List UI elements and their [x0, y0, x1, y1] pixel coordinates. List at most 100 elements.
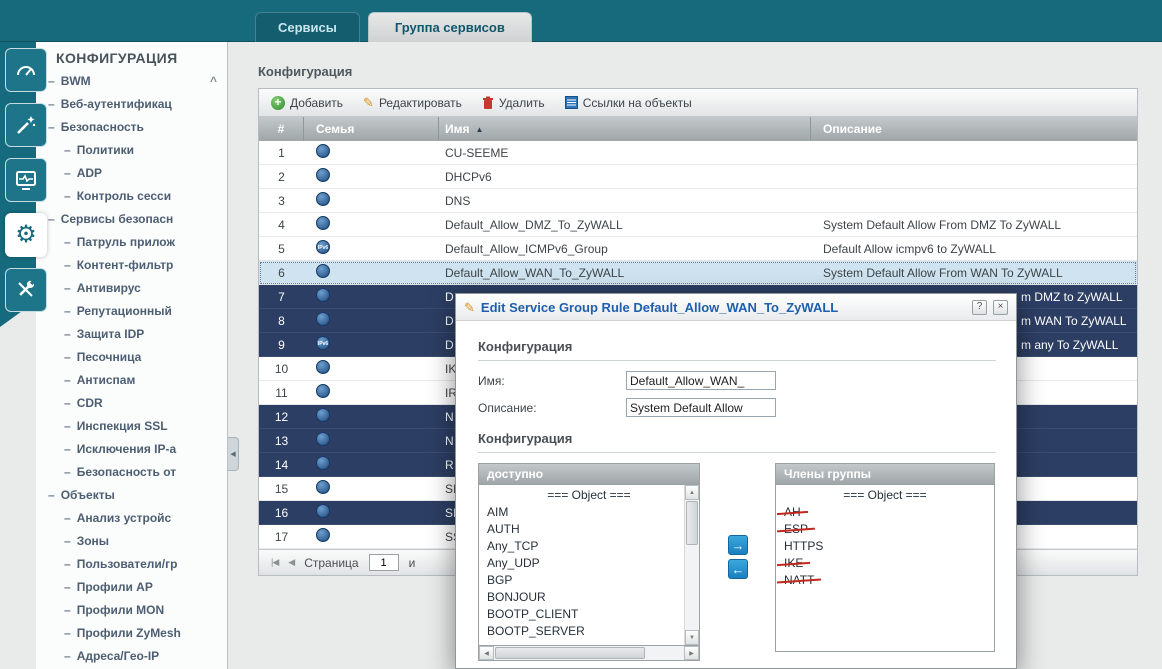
close-button[interactable]: × — [993, 299, 1008, 315]
table-row[interactable]: 2 DHCPv6 — [259, 165, 1137, 189]
available-list[interactable]: === Object === AIM AUTH Any_TCP Any_UDP BGP BO… — [478, 484, 700, 646]
scroll-up-icon[interactable]: ▲ — [685, 485, 699, 500]
sidebar-item[interactable]: – Анализ устройс — [36, 507, 227, 530]
table-row[interactable]: 1 CU-SEEME — [259, 141, 1137, 165]
setup-wizard-icon[interactable] — [5, 103, 47, 147]
sidebar-item-label: ADP — [76, 166, 103, 180]
table-row[interactable]: 3 DNS — [259, 189, 1137, 213]
available-item[interactable]: AIM — [479, 504, 699, 521]
ipv6-label: IPv6 — [317, 341, 329, 347]
sidebar-item[interactable]: – Исключения IP-а — [36, 438, 227, 461]
sidebar-item[interactable]: – Веб-аутентификац — [36, 93, 227, 116]
available-item[interactable]: Any_UDP — [479, 555, 699, 572]
sidebar-item[interactable]: – Инспекция SSL — [36, 415, 227, 438]
column-header-family[interactable]: Семья — [304, 117, 439, 141]
sidebar-item[interactable]: – BWM ^ — [36, 70, 227, 93]
delete-button[interactable]: Удалить — [482, 96, 545, 110]
sidebar-collapse-handle[interactable]: ◀ — [228, 437, 239, 471]
edit-button-label: Редактировать — [378, 95, 462, 110]
sidebar-item[interactable]: – Антивирус — [36, 277, 227, 300]
member-item[interactable]: HTTPS — [776, 538, 994, 555]
name-field[interactable] — [626, 371, 776, 390]
available-item[interactable]: BOOTP_CLIENT — [479, 606, 699, 623]
sidebar-item[interactable]: – Безопасность — [36, 116, 227, 139]
member-item[interactable]: AH — [776, 504, 994, 521]
column-header-number[interactable]: # — [259, 117, 304, 141]
table-row[interactable]: 5 IPv6 Default_Allow_ICMPv6_Group Default A… — [259, 237, 1137, 261]
sidebar-item[interactable]: – Песочница — [36, 346, 227, 369]
tree-dash-icon: – — [64, 258, 71, 272]
configuration-icon[interactable]: ⚙ — [5, 213, 47, 257]
available-item[interactable]: Any_TCP — [479, 538, 699, 555]
sidebar-item[interactable]: – CDR — [36, 392, 227, 415]
description-field[interactable] — [626, 398, 776, 417]
tab-service-groups[interactable]: Группа сервисов — [367, 12, 532, 42]
row-family — [304, 264, 439, 281]
accordion-collapse-icon[interactable]: ^ — [210, 70, 217, 93]
sidebar-item-label: Исключения IP-а — [76, 442, 177, 456]
tab-services[interactable]: Сервисы — [255, 12, 360, 42]
object-references-label: Ссылки на объекты — [582, 95, 692, 110]
available-item[interactable]: BOOTP_SERVER — [479, 623, 699, 640]
sidebar-item-label: Контент-фильтр — [76, 258, 174, 272]
tree-dash-icon: – — [64, 350, 71, 364]
table-row[interactable]: 4 Default_Allow_DMZ_To_ZyWALL System Defau… — [259, 213, 1137, 237]
sidebar-item[interactable]: – Репутационный — [36, 300, 227, 323]
dashboard-icon[interactable] — [5, 48, 47, 92]
members-list[interactable]: === Object === AH ESP HTTPS IKE NATT — [775, 484, 995, 652]
sidebar-item[interactable]: – Контент-фильтр — [36, 254, 227, 277]
sidebar-item[interactable]: – Патруль прилож — [36, 231, 227, 254]
edit-icon: ✎ — [363, 95, 374, 110]
available-item[interactable]: BGP — [479, 572, 699, 589]
available-item[interactable]: AUTH — [479, 521, 699, 538]
name-field-row: Имя: — [478, 371, 996, 390]
horizontal-scrollbar[interactable]: ◀ ▶ — [478, 646, 700, 661]
column-header-name-label: Имя — [445, 122, 470, 136]
row-number: 15 — [274, 481, 289, 496]
table-row[interactable]: 6 Default_Allow_WAN_To_ZyWALL System Defau… — [259, 261, 1137, 285]
sidebar-item[interactable]: – Сервисы безопасн — [36, 208, 227, 231]
sidebar-item[interactable]: – Профили ZyMesh — [36, 622, 227, 645]
edit-button[interactable]: ✎ Редактировать — [363, 96, 462, 110]
column-header-name[interactable]: Имя ▲ — [439, 117, 811, 141]
prev-page-button[interactable]: ◀ — [288, 557, 295, 568]
move-to-available-button[interactable]: ← — [728, 559, 748, 579]
dialog-titlebar[interactable]: ✎ Edit Service Group Rule Default_Allow_… — [456, 294, 1016, 321]
scroll-down-icon[interactable]: ▼ — [685, 630, 699, 645]
member-item[interactable]: IKE — [776, 555, 994, 572]
sidebar-item[interactable]: – Адреса/Гео-IP — [36, 645, 227, 668]
member-item[interactable]: NATT — [776, 572, 994, 589]
move-to-members-button[interactable]: → — [728, 535, 748, 555]
sidebar-item[interactable]: – Пользователи/гр — [36, 553, 227, 576]
vertical-scrollbar[interactable]: ▲ ▼ — [684, 485, 699, 645]
sidebar-item[interactable]: – Политики — [36, 139, 227, 162]
sidebar-item-label: Безопасность — [60, 120, 144, 134]
add-button[interactable]: + Добавить — [271, 95, 343, 110]
tree-dash-icon: – — [64, 373, 71, 387]
first-page-button[interactable]: |◀ — [271, 557, 279, 568]
sidebar-item[interactable]: – Объекты — [36, 484, 227, 507]
horizontal-scrollbar-thumb[interactable] — [495, 647, 645, 659]
scroll-left-icon[interactable]: ◀ — [479, 646, 494, 660]
available-item[interactable]: BONJOUR — [479, 589, 699, 606]
monitoring-icon[interactable] — [5, 158, 47, 202]
sidebar-item[interactable]: – Безопасность от — [36, 461, 227, 484]
member-item[interactable]: ESP — [776, 521, 994, 538]
vertical-scrollbar-thumb[interactable] — [686, 501, 698, 545]
page-number-input[interactable] — [368, 554, 399, 571]
help-button[interactable]: ? — [972, 299, 987, 315]
scroll-right-icon[interactable]: ▶ — [684, 646, 699, 660]
sidebar-item[interactable]: – Профили MON — [36, 599, 227, 622]
sidebar-item[interactable]: – Профили AP — [36, 576, 227, 599]
tree-dash-icon: – — [48, 74, 55, 88]
sidebar-item[interactable]: – ADP — [36, 162, 227, 185]
sidebar-item[interactable]: – Антиспам — [36, 369, 227, 392]
sidebar-item[interactable]: – Защита IDP — [36, 323, 227, 346]
sidebar-item[interactable]: – Зоны — [36, 530, 227, 553]
sidebar-item[interactable]: – Контроль сесси — [36, 185, 227, 208]
object-references-button[interactable]: Ссылки на объекты — [564, 95, 692, 110]
maintenance-icon[interactable] — [5, 268, 47, 312]
member-label: IKE — [784, 556, 804, 570]
member-label: NATT — [784, 573, 815, 587]
column-header-description[interactable]: Описание — [811, 117, 1137, 141]
